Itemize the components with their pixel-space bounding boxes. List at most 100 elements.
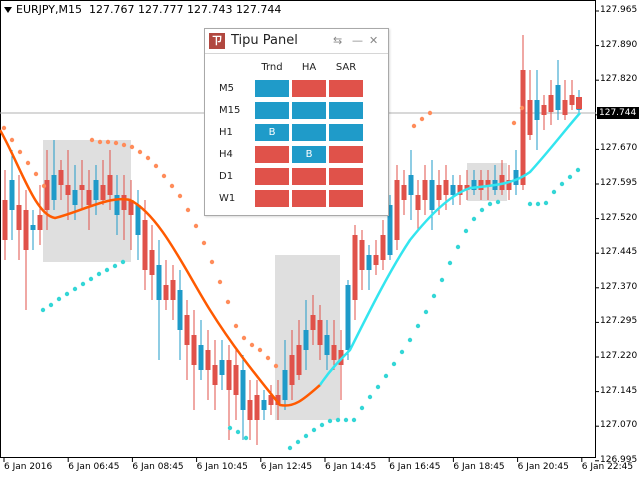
time-tick-label: 6 Jan 12:45 — [260, 462, 313, 472]
candle-body — [191, 335, 197, 365]
sar-dot-bullish — [495, 199, 501, 205]
timeframe-label-m15: M15 — [219, 105, 241, 116]
candle-body — [170, 280, 176, 300]
signal-cell-h1-trnd[interactable]: B — [255, 124, 289, 141]
sar-dot-bullish — [543, 200, 549, 206]
sar-dot-bearish — [411, 123, 417, 129]
price-tick-label: 127.370 — [600, 281, 638, 292]
sar-dot-bullish — [104, 267, 110, 273]
sar-dot-bearish — [169, 183, 175, 189]
sar-dot-bearish — [185, 207, 191, 213]
column-header-trnd: Trnd — [261, 62, 283, 73]
signal-cell-w1-ha[interactable] — [292, 190, 326, 207]
price-tick-label: 127.520 — [600, 212, 638, 223]
symbol-info: EURJPY,M15 127.767 127.777 127.743 127.7… — [4, 3, 281, 16]
candle-body — [58, 170, 64, 185]
current-price-label: 127.744 — [597, 107, 639, 119]
price-tick-label: 127.595 — [600, 178, 638, 188]
sar-dot-bullish — [527, 201, 533, 207]
sar-dot-bearish — [129, 144, 135, 150]
sar-dot-bullish — [303, 433, 309, 439]
signal-cell-w1-sar[interactable] — [329, 190, 363, 207]
candle-body — [9, 180, 15, 210]
sar-dot-bearish — [97, 139, 103, 145]
signal-cell-d1-ha[interactable] — [292, 168, 326, 185]
dropdown-arrow-icon[interactable] — [4, 7, 12, 13]
time-tick-label: 6 Jan 22:45 — [581, 462, 634, 472]
close-icon[interactable]: ✕ — [369, 34, 378, 48]
signal-cell-m5-ha[interactable] — [292, 80, 326, 97]
signal-cell-h1-sar[interactable] — [329, 124, 363, 141]
candle-body — [394, 180, 400, 240]
candle-body — [478, 180, 484, 190]
sar-dot-bullish — [112, 263, 118, 269]
signal-cell-d1-sar[interactable] — [329, 168, 363, 185]
sar-dot-bearish — [419, 116, 425, 122]
candle-body — [324, 335, 330, 355]
candle-body — [527, 100, 533, 135]
sar-dot-bearish — [113, 140, 119, 146]
signal-cell-m15-ha[interactable] — [292, 102, 326, 119]
sar-dot-bullish — [407, 337, 413, 343]
signal-cell-h4-trnd[interactable] — [255, 146, 289, 163]
candle-body — [163, 285, 169, 300]
candle-body — [198, 345, 204, 370]
minimize-icon[interactable]: — — [352, 34, 363, 48]
sar-dot-bullish — [335, 417, 341, 423]
candle-body — [254, 395, 260, 420]
signal-cell-m15-trnd[interactable] — [255, 102, 289, 119]
candle-body — [401, 185, 407, 200]
sar-dot-bullish — [551, 189, 557, 195]
candle-body — [569, 95, 575, 105]
sar-dot-bearish — [153, 163, 159, 169]
signal-cell-h4-sar[interactable] — [329, 146, 363, 163]
signal-cell-m5-trnd[interactable] — [255, 80, 289, 97]
candle-body — [121, 195, 127, 210]
tipu-panel[interactable]: ㄗ Tipu Panel ⇆ — ✕ Trnd HA SAR M5 M15 H1 B H4 B D… — [204, 28, 389, 216]
sar-dot-bearish — [145, 155, 151, 161]
sar-dot-bearish — [33, 171, 39, 177]
candle-body — [86, 190, 92, 205]
candle-body — [142, 220, 148, 270]
candle-body — [429, 180, 435, 210]
signal-cell-h4-ha[interactable]: B — [292, 146, 326, 163]
panel-titlebar[interactable]: ㄗ Tipu Panel ⇆ — ✕ — [205, 29, 388, 54]
signal-cell-m15-sar[interactable] — [329, 102, 363, 119]
candle-body — [51, 175, 57, 200]
price-tick-label: 127.070 — [600, 420, 638, 431]
candle-body — [366, 255, 372, 270]
candle-body — [408, 175, 414, 195]
timeframe-label-h1: H1 — [219, 127, 233, 138]
candle-body — [107, 175, 113, 195]
signal-cell-w1-trnd[interactable] — [255, 190, 289, 207]
time-tick-label: 6 Jan 14:45 — [325, 462, 377, 472]
sar-dot-bullish — [367, 394, 373, 400]
time-tick-label: 6 Jan 2016 — [4, 462, 53, 472]
candle-body — [345, 285, 351, 350]
sar-dot-bullish — [575, 167, 581, 173]
candle-body — [443, 180, 449, 195]
candle-body — [352, 235, 358, 300]
price-tick-label: 127.890 — [600, 39, 638, 50]
signal-cell-h1-ha[interactable] — [292, 124, 326, 141]
candle-body — [219, 360, 225, 375]
refresh-icon[interactable]: ⇆ — [333, 34, 342, 48]
sar-dot-bearish — [241, 335, 247, 341]
candle-body — [212, 365, 218, 385]
candle-body — [317, 320, 323, 345]
sar-dot-bullish — [327, 418, 333, 424]
column-header-ha: HA — [301, 62, 317, 73]
sar-dot-bullish — [235, 429, 241, 435]
signal-cell-m5-sar[interactable] — [329, 80, 363, 97]
sar-dot-bullish — [431, 293, 437, 299]
tipu-logo-icon: ㄗ — [209, 33, 225, 49]
price-tick-label: 127.145 — [600, 385, 638, 396]
sar-dot-bearish — [17, 149, 23, 155]
signal-cell-d1-trnd[interactable] — [255, 168, 289, 185]
candle-body — [534, 100, 540, 120]
sar-dot-bullish — [88, 276, 94, 282]
candle-body — [100, 185, 106, 200]
candle-body — [380, 235, 386, 260]
time-tick-label: 6 Jan 18:45 — [453, 462, 505, 472]
sar-dot-bullish — [64, 291, 70, 297]
